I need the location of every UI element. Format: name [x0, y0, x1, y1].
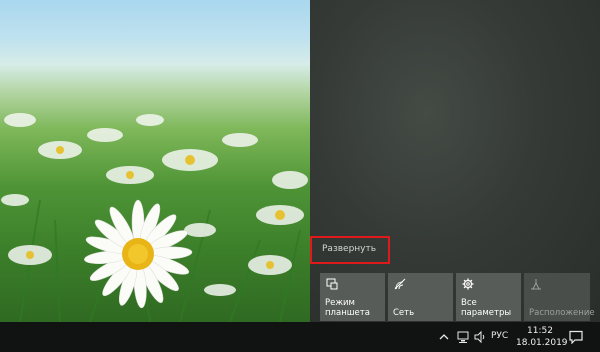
desktop-wallpaper — [0, 0, 310, 322]
clock-date: 18.01.2019 — [516, 338, 568, 348]
taskbar: РУС 11:52 18.01.2019 — [0, 322, 600, 352]
tile-label: Режим планшета — [325, 298, 370, 318]
gear-icon — [462, 278, 474, 290]
notification-icon[interactable] — [568, 330, 584, 344]
clock-time: 11:52 — [527, 326, 553, 336]
expand-highlight-box: Развернуть — [310, 236, 390, 264]
tablet-mode-icon — [326, 278, 338, 290]
network-icon — [394, 278, 406, 290]
action-center-panel: Развернуть Режим планшета Сеть Все парам… — [310, 0, 600, 322]
tile-location[interactable]: Расположение — [524, 273, 595, 321]
tile-label: Все параметры — [461, 298, 512, 318]
input-language-indicator[interactable]: РУС — [491, 331, 508, 341]
expand-link[interactable]: Развернуть — [322, 244, 376, 254]
chevron-up-icon[interactable] — [438, 331, 450, 343]
tile-label: Расположение — [529, 308, 595, 318]
tile-network[interactable]: Сеть — [388, 273, 453, 321]
volume-icon[interactable] — [473, 330, 487, 344]
network-tray-icon[interactable] — [456, 330, 470, 344]
tile-label: Сеть — [393, 308, 415, 318]
location-icon — [531, 279, 541, 290]
tile-all-settings[interactable]: Все параметры — [456, 273, 521, 321]
tile-tablet-mode[interactable]: Режим планшета — [320, 273, 385, 321]
daisy-field-image — [1, 113, 308, 322]
taskbar-clock[interactable]: 11:52 18.01.2019 — [516, 325, 568, 349]
